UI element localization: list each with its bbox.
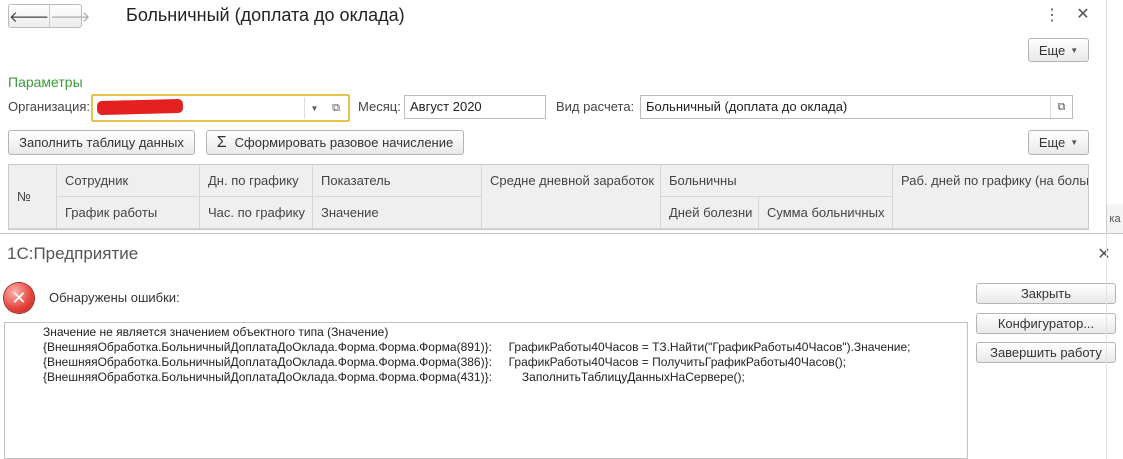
end-session-button[interactable]: Завершить работу bbox=[976, 342, 1116, 363]
calc-type-label: Вид расчета: bbox=[556, 99, 635, 114]
dialog-edge bbox=[1106, 233, 1123, 459]
open-icon[interactable]: ⧉ bbox=[326, 97, 346, 119]
redaction-mark bbox=[96, 98, 184, 116]
side-panel-edge bbox=[1106, 0, 1123, 233]
caret-down-icon: ▼ bbox=[1070, 45, 1079, 55]
more-vert-icon[interactable]: ⋮ bbox=[1044, 5, 1060, 25]
back-button[interactable]: 🡐 bbox=[9, 5, 51, 27]
configurator-button[interactable]: Конфигуратор... bbox=[976, 313, 1116, 334]
sigma-icon: Σ bbox=[216, 133, 227, 151]
more-button-label: Еще bbox=[1038, 135, 1066, 150]
more-button-top[interactable]: Еще ▼ bbox=[1028, 38, 1089, 62]
error-line: {ВнешняяОбработка.БольничныйДоплатаДоОкл… bbox=[43, 370, 745, 384]
error-line: {ВнешняяОбработка.БольничныйДоплатаДоОкл… bbox=[43, 340, 911, 354]
col-sick-group[interactable]: Больничны bbox=[661, 165, 893, 197]
month-label: Месяц: bbox=[358, 99, 401, 114]
col-employee[interactable]: Сотрудник bbox=[57, 165, 200, 197]
month-field[interactable]: Август 2020 bbox=[404, 95, 546, 119]
col-hours-schedule[interactable]: Час. по графику bbox=[200, 197, 313, 229]
organization-label: Организация: bbox=[8, 99, 91, 114]
col-days-schedule[interactable]: Дн. по графику bbox=[200, 165, 313, 197]
open-icon[interactable]: ⧉ bbox=[1050, 96, 1072, 118]
dropdown-icon[interactable]: ▼ bbox=[304, 97, 324, 119]
form-close-icon[interactable]: ✕ bbox=[1075, 4, 1091, 24]
more-button-table[interactable]: Еще ▼ bbox=[1028, 130, 1089, 155]
more-button-label: Еще bbox=[1038, 42, 1066, 58]
col-num[interactable]: № bbox=[9, 165, 57, 229]
section-title: Параметры bbox=[8, 74, 83, 90]
col-avg-daily[interactable]: Средне дневной заработок bbox=[482, 165, 661, 229]
side-panel-tab[interactable]: ка bbox=[1106, 204, 1123, 233]
forward-button[interactable]: 🡒 bbox=[50, 5, 90, 27]
col-schedule[interactable]: График работы bbox=[57, 197, 200, 229]
error-heading: Обнаружены ошибки: bbox=[49, 290, 180, 305]
create-accrual-button[interactable]: Σ Сформировать разовое начисление bbox=[206, 130, 464, 155]
col-sick-days[interactable]: Дней болезни bbox=[661, 197, 759, 229]
fill-table-button[interactable]: Заполнить таблицу данных bbox=[8, 130, 195, 155]
form-title: Больничный (доплата до оклада) bbox=[126, 5, 405, 25]
create-accrual-label: Сформировать разовое начисление bbox=[234, 135, 454, 150]
col-sick-sum[interactable]: Сумма больничных bbox=[759, 197, 893, 229]
error-line: Значение не является значением объектног… bbox=[43, 325, 389, 339]
nav-group: 🡐 🡒 bbox=[8, 4, 90, 28]
data-table: № Сотрудник График работы Дн. по графику… bbox=[8, 164, 1089, 230]
error-text-area[interactable]: Значение не является значением объектног… bbox=[4, 322, 968, 459]
col-indicator[interactable]: Показатель bbox=[313, 165, 482, 197]
col-work-days[interactable]: Раб. дней по графику (на больн bbox=[893, 165, 1088, 229]
error-line: {ВнешняяОбработка.БольничныйДоплатаДоОкл… bbox=[43, 355, 847, 369]
calc-type-field[interactable]: Больничный (доплата до оклада) bbox=[640, 95, 1073, 119]
dialog-title: 1С:Предприятие bbox=[7, 244, 139, 263]
col-value[interactable]: Значение bbox=[313, 197, 482, 229]
error-icon: ✕ bbox=[4, 283, 34, 313]
caret-down-icon: ▼ bbox=[1070, 138, 1079, 147]
close-button[interactable]: Закрыть bbox=[976, 283, 1116, 304]
